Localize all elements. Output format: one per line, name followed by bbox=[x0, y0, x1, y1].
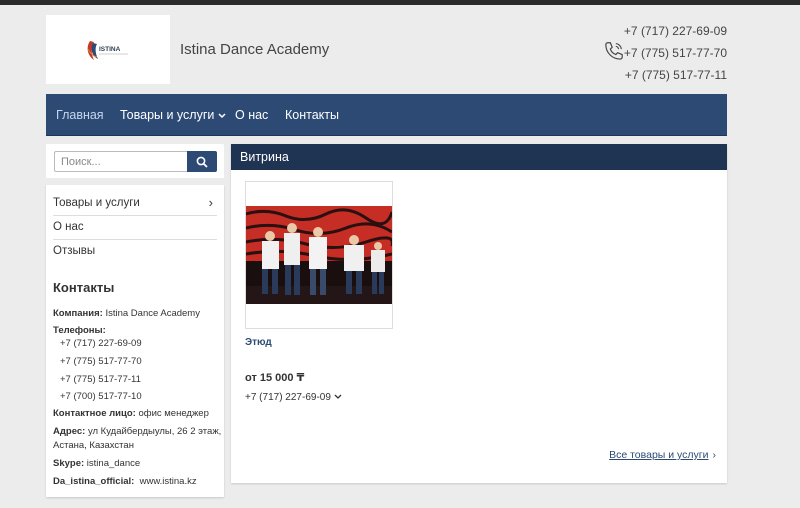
product-card[interactable] bbox=[245, 181, 393, 329]
nav-item-contacts[interactable]: Контакты bbox=[285, 108, 339, 122]
sidebar-menu: Товары и услуги › О нас Отзывы bbox=[53, 192, 217, 264]
search-button[interactable] bbox=[187, 151, 217, 172]
search-icon bbox=[196, 156, 208, 168]
product-image bbox=[246, 206, 392, 304]
product-name[interactable]: Этюд bbox=[245, 337, 272, 348]
sidebar: Товары и услуги › О нас Отзывы Контакты К… bbox=[46, 185, 224, 497]
top-bar bbox=[0, 0, 800, 5]
phones-label: Телефоны: bbox=[53, 325, 106, 336]
section-title: Витрина bbox=[231, 144, 727, 170]
contacts-title: Контакты bbox=[53, 280, 115, 295]
nav-item-about[interactable]: О нас bbox=[235, 108, 268, 122]
all-products-link[interactable]: Все товары и услуги › bbox=[609, 449, 716, 461]
sidebar-phone-2[interactable]: +7 (775) 517-77-70 bbox=[60, 356, 142, 367]
sidebar-phone-4[interactable]: +7 (700) 517-77-10 bbox=[60, 391, 142, 402]
site-logo[interactable]: ISTINA bbox=[46, 15, 170, 84]
header-phones: +7 (717) 227-69-09 +7 (775) 517-77-70 +7… bbox=[624, 20, 727, 86]
chevron-right-icon: › bbox=[712, 449, 717, 461]
header-phone-1[interactable]: +7 (717) 227-69-09 bbox=[624, 20, 727, 42]
sidebar-phone-1[interactable]: +7 (717) 227-69-09 bbox=[60, 338, 142, 349]
chevron-down-icon bbox=[334, 392, 342, 403]
main-nav: Главная Товары и услуги О нас Контакты bbox=[46, 94, 727, 136]
main-section: Витрина Этюд от 15 000 ₸ +7 (717) 227-69… bbox=[231, 144, 727, 483]
nav-item-home[interactable]: Главная bbox=[56, 108, 104, 122]
chevron-right-icon: › bbox=[208, 195, 213, 210]
sidebar-item-reviews[interactable]: Отзывы bbox=[53, 240, 217, 264]
social-line: Da_istina_official: www.istina.kz bbox=[53, 476, 197, 487]
chevron-down-icon bbox=[218, 108, 226, 122]
contact-person-line: Контактное лицо: офис менеджер bbox=[53, 408, 209, 419]
site-title: Istina Dance Academy bbox=[180, 41, 330, 58]
skype-line: Skype: istina_dance bbox=[53, 458, 141, 469]
company-line: Компания: Istina Dance Academy bbox=[53, 308, 200, 319]
sidebar-item-about[interactable]: О нас bbox=[53, 216, 217, 240]
product-price: от 15 000 ₸ bbox=[245, 372, 305, 384]
header-phone-2[interactable]: +7 (775) 517-77-70 bbox=[624, 42, 727, 64]
header-phone-3[interactable]: +7 (775) 517-77-11 bbox=[624, 64, 727, 86]
address-line-1: Адрес: ул Кудайбердыулы, 26 2 этаж, bbox=[53, 426, 222, 437]
svg-text:ISTINA: ISTINA bbox=[99, 46, 121, 53]
address-line-2: Астана, Казахстан bbox=[53, 440, 134, 451]
nav-item-products[interactable]: Товары и услуги bbox=[120, 108, 226, 122]
sidebar-phone-3[interactable]: +7 (775) 517-77-11 bbox=[60, 374, 141, 385]
search-input[interactable] bbox=[54, 151, 188, 172]
search-box bbox=[46, 144, 224, 178]
sidebar-item-products[interactable]: Товары и услуги › bbox=[53, 192, 217, 216]
phone-icon bbox=[605, 42, 623, 60]
logo-image: ISTINA bbox=[87, 41, 128, 60]
product-phone[interactable]: +7 (717) 227-69-09 bbox=[245, 392, 342, 403]
